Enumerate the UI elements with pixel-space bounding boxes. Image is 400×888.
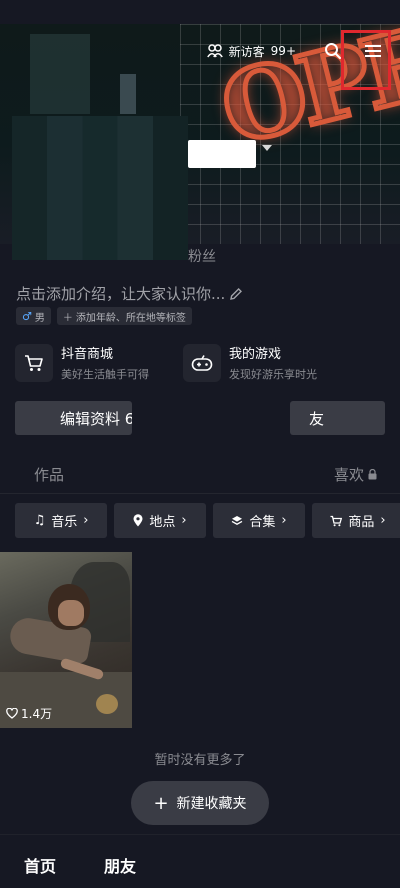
- chevron-down-icon[interactable]: [262, 145, 272, 151]
- chevron-right-icon: ›: [380, 513, 386, 528]
- fans-label[interactable]: 粉丝: [188, 246, 216, 266]
- tab-likes[interactable]: 喜欢: [334, 464, 377, 485]
- tab-likes-label: 喜欢: [334, 466, 365, 484]
- shopping-cart-icon: [15, 343, 53, 382]
- filter-chips: ♫ 音乐 › 地点 › 合集 › 商品 ›: [15, 503, 400, 538]
- cover-window: [30, 34, 90, 114]
- edit-profile-button[interactable]: 编辑资料 6: [15, 401, 132, 435]
- shop-subtitle: 美好生活触手可得: [61, 368, 149, 381]
- gender-tag[interactable]: ♂ 男: [16, 307, 51, 325]
- nav-home[interactable]: 首页: [24, 853, 56, 877]
- new-folder-button[interactable]: + 新建收藏夹: [131, 781, 269, 825]
- chip-collection[interactable]: 合集 ›: [213, 503, 305, 538]
- tab-works[interactable]: 作品: [34, 464, 64, 485]
- new-visitors-button[interactable]: 新访客 99+: [206, 43, 296, 60]
- new-folder-label: 新建收藏夹: [176, 796, 247, 812]
- chip-location-label: 地点: [149, 515, 176, 530]
- music-note-icon: ♫: [33, 513, 46, 528]
- shop-entry[interactable]: 抖音商城 美好生活触手可得: [15, 343, 149, 382]
- add-tags-label: 添加年龄、所在地等标签: [75, 312, 186, 324]
- video-likes: 1.4万: [6, 705, 52, 722]
- chip-music-label: 音乐: [51, 515, 78, 530]
- chevron-right-icon: ›: [281, 513, 287, 528]
- add-friend-button[interactable]: 友: [290, 401, 385, 435]
- cover-sign: [120, 74, 136, 114]
- tab-works-label: 作品: [34, 466, 65, 484]
- game-controller-icon: [183, 343, 221, 382]
- video-thumbnail[interactable]: 1.4万: [0, 552, 132, 728]
- shop-title: 抖音商城: [61, 347, 114, 362]
- chevron-right-icon: ›: [181, 513, 187, 528]
- profile-tags: ♂ 男 ＋ 添加年龄、所在地等标签: [16, 307, 192, 325]
- chip-music[interactable]: ♫ 音乐 ›: [15, 503, 107, 538]
- redacted-username: [188, 140, 256, 168]
- plus-icon: +: [153, 792, 169, 814]
- chip-products[interactable]: 商品 ›: [312, 503, 400, 538]
- status-bar: [0, 0, 400, 24]
- plus-icon: ＋: [62, 312, 73, 324]
- highlight-box: [341, 30, 391, 90]
- heart-icon: [6, 708, 18, 719]
- pencil-icon: [230, 287, 243, 300]
- people-icon: [206, 44, 223, 58]
- lock-icon: [368, 469, 377, 480]
- chip-collection-label: 合集: [249, 515, 276, 530]
- chip-location[interactable]: 地点 ›: [114, 503, 206, 538]
- intro-text: 点击添加介绍，让大家认识你...: [16, 285, 226, 303]
- content-tabs: 作品 喜欢: [0, 452, 400, 494]
- profile-intro[interactable]: 点击添加介绍，让大家认识你...: [16, 283, 243, 304]
- bottom-nav: 首页 朋友: [0, 834, 400, 888]
- no-more-text: 暂时没有更多了: [154, 753, 246, 768]
- games-subtitle: 发现好游乐享时光: [229, 368, 317, 381]
- location-pin-icon: [133, 514, 143, 527]
- add-tags-button[interactable]: ＋ 添加年龄、所在地等标签: [56, 307, 192, 325]
- new-visitors-count: 99+: [270, 44, 296, 58]
- layers-icon: [232, 515, 243, 525]
- chevron-right-icon: ›: [83, 513, 89, 528]
- gender-label: 男: [34, 312, 45, 324]
- avatar[interactable]: [12, 116, 188, 260]
- cart-icon: [330, 515, 343, 526]
- male-icon: ♂: [22, 309, 32, 323]
- new-visitors-label: 新访客: [228, 44, 265, 59]
- nav-friends[interactable]: 朋友: [104, 853, 136, 877]
- chip-products-label: 商品: [348, 515, 375, 530]
- video-likes-count: 1.4万: [21, 707, 53, 721]
- games-title: 我的游戏: [229, 347, 282, 362]
- search-icon: [325, 43, 341, 59]
- games-entry[interactable]: 我的游戏 发现好游乐享时光: [183, 343, 317, 382]
